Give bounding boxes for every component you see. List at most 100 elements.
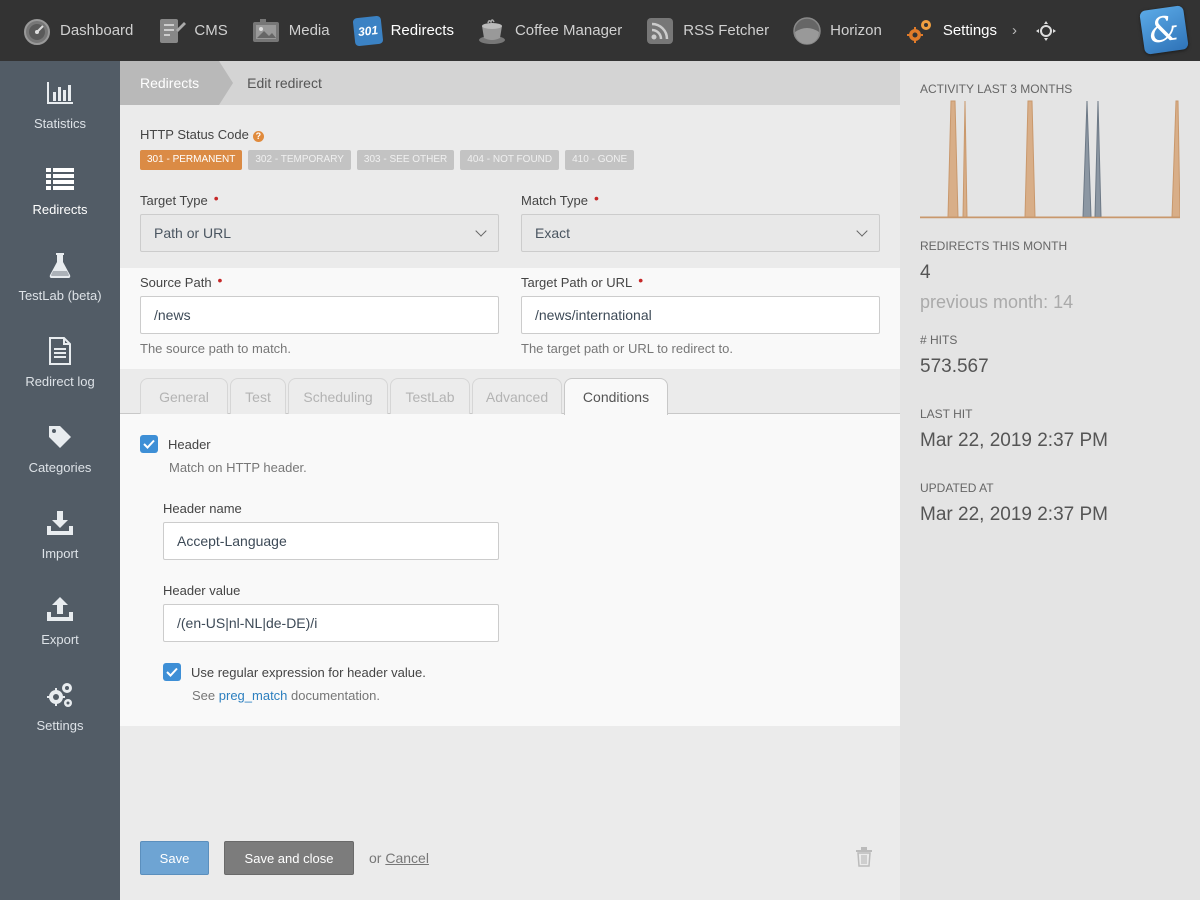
sparkline-orange-series <box>920 100 1180 218</box>
status-404-button[interactable]: 404 - NOT FOUND <box>460 150 560 170</box>
target-type-label-wrap: Target Type • <box>140 190 219 208</box>
tab-testlab[interactable]: TestLab <box>390 378 470 414</box>
last-hit-label: LAST HIT <box>920 407 973 421</box>
sidebar-item-statistics[interactable]: Statistics <box>0 61 120 147</box>
sidebar-item-redirect-log[interactable]: Redirect log <box>0 319 120 405</box>
tab-general[interactable]: General <box>140 378 228 414</box>
tab-advanced[interactable]: Advanced <box>472 378 562 414</box>
topnav-media-label: Media <box>288 22 330 39</box>
topnav-rss-fetcher-label: RSS Fetcher <box>683 22 770 39</box>
status-301-button[interactable]: 301 - PERMANENT <box>140 150 243 170</box>
status-410-button[interactable]: 410 - GONE <box>565 150 635 170</box>
regex-checkbox-label[interactable]: Use regular expression for header value. <box>191 665 426 680</box>
header-value-input[interactable]: /(en-US|nl-NL|de-DE)/i <box>163 604 499 642</box>
updated-at-value: Mar 22, 2019 2:37 PM <box>920 504 1108 525</box>
sidebar-item-redirects[interactable]: Redirects <box>0 147 120 233</box>
header-checkbox[interactable] <box>140 435 158 453</box>
upload-icon <box>45 594 75 624</box>
sidebar-item-categories[interactable]: Categories <box>0 405 120 491</box>
topnav-coffee-manager-label: Coffee Manager <box>514 22 623 39</box>
regex-hint-prefix: See <box>192 688 216 703</box>
regex-hint: See preg_match documentation. <box>192 688 380 703</box>
tab-test[interactable]: Test <box>230 378 286 414</box>
topnav-coffee-manager[interactable]: Coffee Manager <box>465 0 633 61</box>
source-path-input[interactable]: /news <box>140 296 499 334</box>
topnav-redirects[interactable]: 301 Redirects <box>341 0 465 61</box>
topnav-cms-label: CMS <box>194 22 228 39</box>
topnav-cms[interactable]: CMS <box>144 0 238 61</box>
topnav-horizon-label: Horizon <box>830 22 882 39</box>
status-code-field: HTTP Status Code? <box>140 127 264 142</box>
target-path-label: Target Path or URL <box>521 275 633 290</box>
cms-icon <box>155 15 187 47</box>
sidebar-item-label: Export <box>41 631 79 647</box>
sidebar-item-export[interactable]: Export <box>0 577 120 663</box>
status-302-button[interactable]: 302 - TEMPORARY <box>248 150 351 170</box>
hits-label: # HITS <box>920 333 958 347</box>
target-path-label-wrap: Target Path or URL • <box>521 272 644 290</box>
source-path-hint: The source path to match. <box>140 341 292 356</box>
sidebar-item-label: Import <box>41 545 79 561</box>
match-type-select[interactable]: Exact <box>521 214 880 252</box>
topnav-more-chevron[interactable]: › <box>1008 22 1023 39</box>
topnav-settings[interactable]: Settings <box>893 0 1008 61</box>
required-indicator: • <box>638 272 644 288</box>
topnav-settings-label: Settings <box>942 22 998 39</box>
breadcrumb: Redirects Edit redirect <box>120 61 900 105</box>
topnav-dashboard[interactable]: Dashboard <box>0 0 144 61</box>
checkmark-icon <box>166 667 178 677</box>
breadcrumb-redirects[interactable]: Redirects <box>120 61 234 105</box>
download-icon <box>45 508 75 538</box>
redirects-month-label: REDIRECTS THIS MONTH <box>920 239 1068 253</box>
horizon-icon <box>791 15 823 47</box>
header-checkbox-label[interactable]: Header <box>168 437 211 452</box>
sidebar-item-settings[interactable]: Settings <box>0 663 120 749</box>
chevron-down-icon <box>475 224 487 237</box>
gears-icon <box>45 680 75 710</box>
header-name-input[interactable]: Accept-Language <box>163 522 499 560</box>
header-value-label: Header value <box>163 583 241 598</box>
app-logo[interactable]: & <box>1139 5 1189 55</box>
sidebar-item-label: Statistics <box>33 115 86 131</box>
target-path-input[interactable]: /news/international <box>521 296 880 334</box>
top-navigation-bar: Dashboard CMS Media 301 Redirects Coffee… <box>0 0 1200 61</box>
previous-month-value: previous month: 14 <box>920 292 1074 312</box>
match-type-value: Exact <box>535 225 571 241</box>
target-path-hint: The target path or URL to redirect to. <box>521 341 733 356</box>
sidebar-item-label: Settings <box>36 717 84 733</box>
list-icon <box>45 164 75 194</box>
sidebar-item-import[interactable]: Import <box>0 491 120 577</box>
cancel-link[interactable]: Cancel <box>385 850 429 866</box>
tab-conditions[interactable]: Conditions <box>564 378 668 415</box>
required-indicator: • <box>213 190 219 206</box>
topnav-rss-fetcher[interactable]: RSS Fetcher <box>633 0 780 61</box>
trash-icon[interactable] <box>855 847 875 869</box>
save-and-close-button[interactable]: Save and close <box>224 841 354 875</box>
media-icon <box>250 15 282 47</box>
save-button[interactable]: Save <box>140 841 209 875</box>
paths-section: Source Path • /news The source path to ma… <box>120 268 900 369</box>
topnav-horizon[interactable]: Horizon <box>780 0 893 61</box>
status-code-label: HTTP Status Code <box>140 127 249 142</box>
checkmark-icon <box>143 439 155 449</box>
tab-scheduling[interactable]: Scheduling <box>288 378 388 414</box>
crosshair-icon[interactable] <box>1033 18 1059 44</box>
help-icon[interactable]: ? <box>252 131 264 142</box>
tag-icon <box>45 422 75 452</box>
sidebar-item-label: Redirects <box>32 201 88 217</box>
edit-tabs: General Test Scheduling TestLab Advanced… <box>120 377 900 415</box>
sidebar-item-label: Categories <box>28 459 92 475</box>
flask-icon <box>45 250 75 280</box>
conditions-panel: Header Match on HTTP header. Header name… <box>120 414 900 726</box>
topnav-media[interactable]: Media <box>239 0 341 61</box>
redirects-month-value: 4 <box>920 262 931 283</box>
speedometer-icon <box>21 15 53 47</box>
preg-match-link[interactable]: preg_match <box>219 688 288 703</box>
sidebar-item-testlab[interactable]: TestLab (beta) <box>0 233 120 319</box>
target-type-select[interactable]: Path or URL <box>140 214 499 252</box>
status-303-button[interactable]: 303 - SEE OTHER <box>356 150 455 170</box>
required-indicator: • <box>593 190 599 206</box>
regex-checkbox[interactable] <box>163 663 181 681</box>
coffee-icon <box>476 15 508 47</box>
gears-icon <box>904 15 936 47</box>
